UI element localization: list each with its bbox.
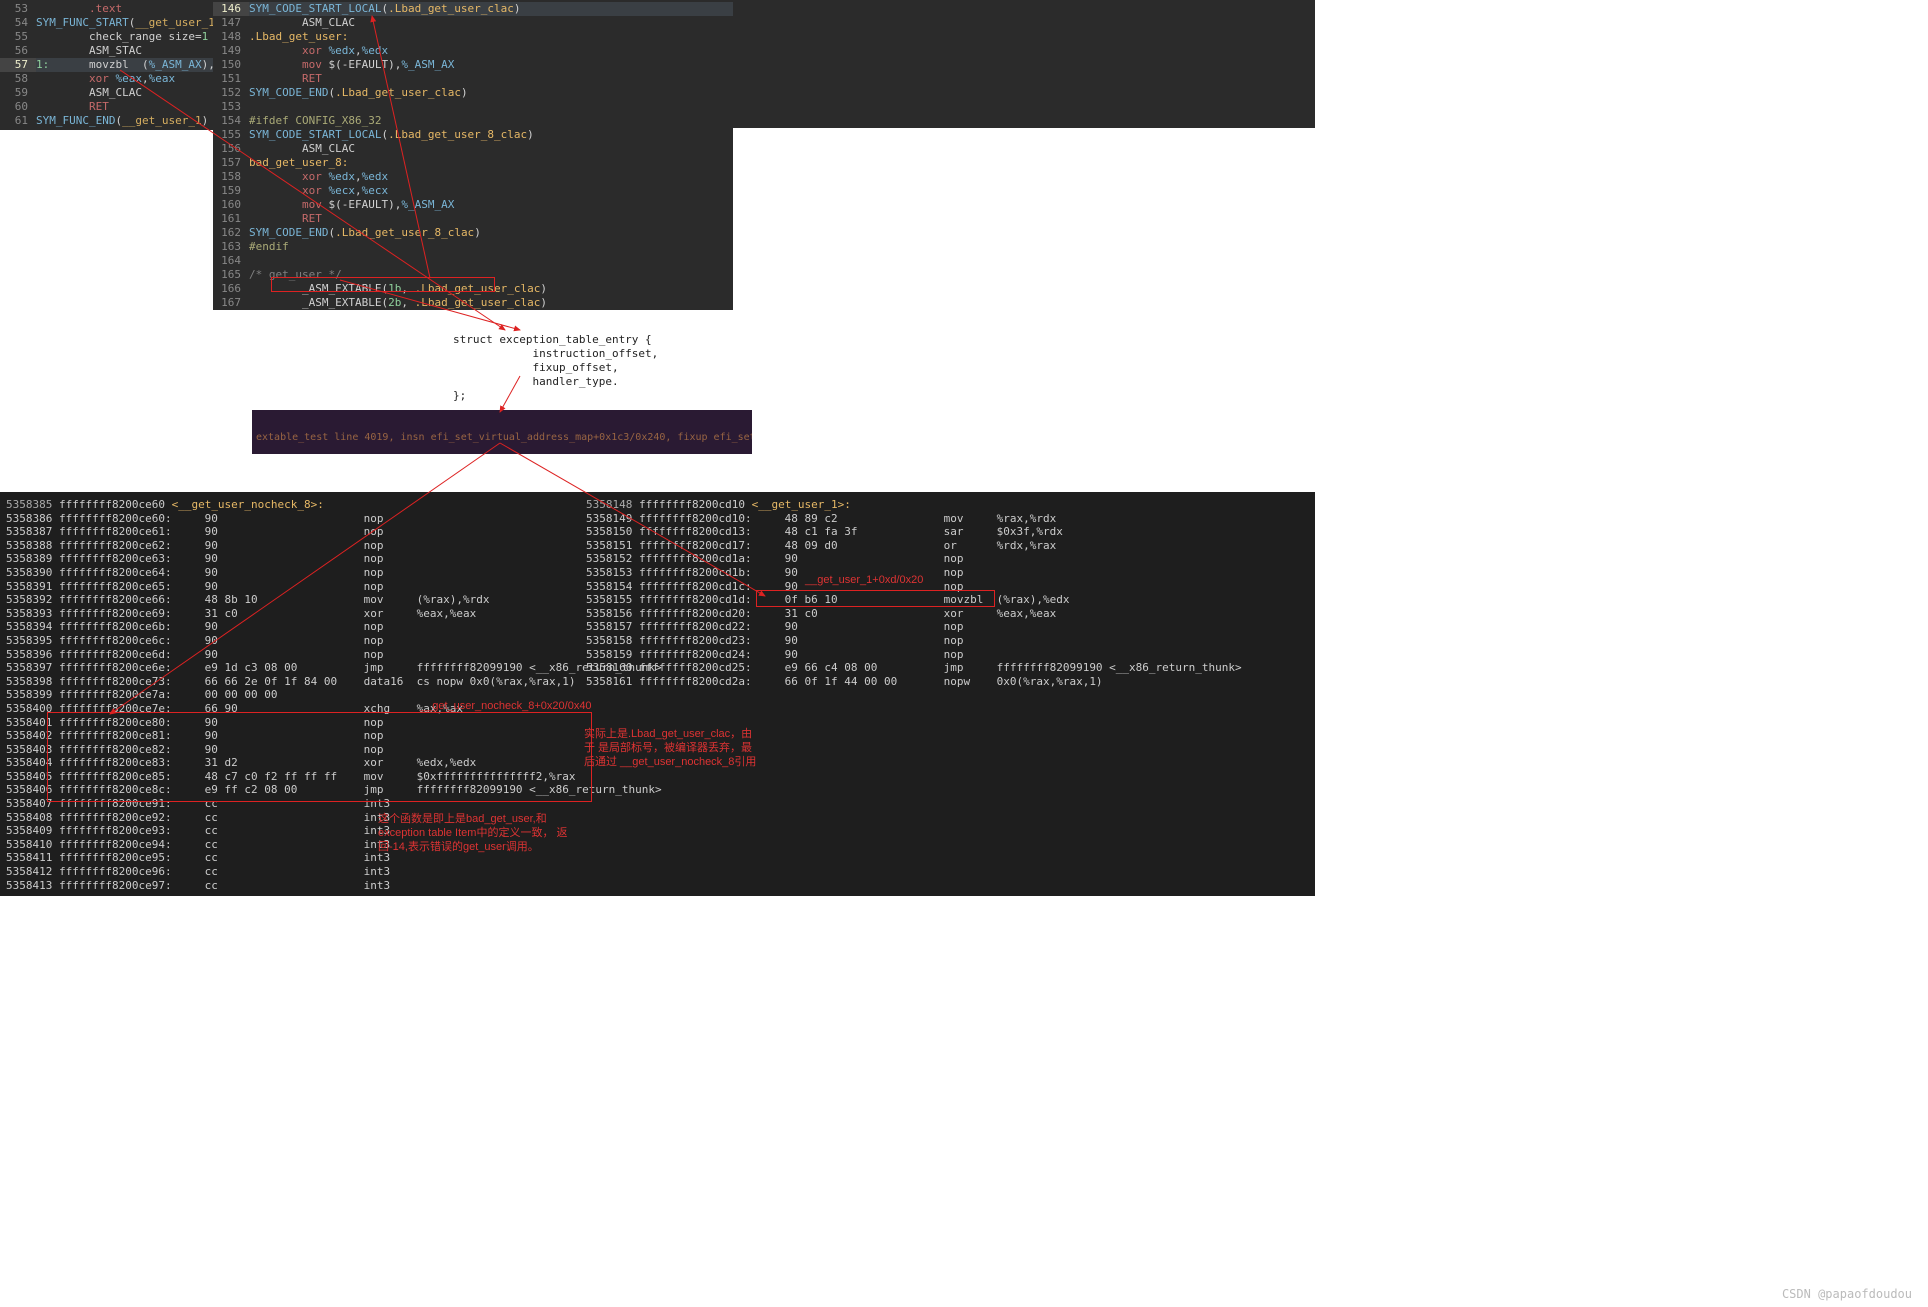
disasm-line: 5358149 ffffffff8200cd10: 48 89 c2 mov %… [586,512,1306,526]
highlight-box-left [47,712,592,802]
code-line: 157bad_get_user_8: [213,156,733,170]
disasm-line: 5358395 ffffffff8200ce6c: 90 nop [6,634,596,648]
disasm-line: 5358153 ffffffff8200cd1b: 90 nop [586,566,1306,580]
disasm-line: 5358396 ffffffff8200ce6d: 90 nop [6,648,596,662]
code-line: 167 _ASM_EXTABLE(2b, .Lbad_get_user_clac… [213,296,733,310]
term-line0: extable_test line 4019, insn efi_set_vir… [252,432,752,443]
code-line: 163#endif [213,240,733,254]
disasm-line: 5358160 ffffffff8200cd25: e9 66 c4 08 00… [586,661,1306,675]
code-line: 155SYM_CODE_START_LOCAL(.Lbad_get_user_8… [213,128,733,142]
disasm-panel: 5358385 ffffffff8200ce60 <__get_user_noc… [0,492,1315,896]
disasm-line: 5358412 ffffffff8200ce96: cc int3 [6,865,596,879]
disasm-line: 5358393 ffffffff8200ce69: 31 c0 xor %eax… [6,607,596,621]
highlight-box-extable [271,277,495,292]
disasm-line: 5358388 ffffffff8200ce62: 90 nop [6,539,596,553]
code-line: 60 RET [0,100,213,114]
disasm-line: 5358161 ffffffff8200cd2a: 66 0f 1f 44 00… [586,675,1306,689]
disasm-line: 5358413 ffffffff8200ce97: cc int3 [6,879,596,893]
code-line: 147 ASM_CLAC [213,16,733,30]
disasm-line: 5358158 ffffffff8200cd23: 90 nop [586,634,1306,648]
disasm-line: 5358391 ffffffff8200ce65: 90 nop [6,580,596,594]
code-line: 164 [213,254,733,268]
watermark: CSDN @papaofdoudou [1782,1287,1912,1301]
code-line: 571: movzbl (%_ASM_AX),%edx [0,58,213,72]
terminal: extable_test line 4019, insn efi_set_vir… [252,410,752,454]
code-line: 154#ifdef CONFIG_X86_32 [213,114,733,128]
disasm-line: 5358150 ffffffff8200cd13: 48 c1 fa 3f sa… [586,525,1306,539]
code-line: 148.Lbad_get_user: [213,30,733,44]
disasm-line: 5358159 ffffffff8200cd24: 90 nop [586,648,1306,662]
highlight-box-right [756,590,995,607]
disasm-line: 5358392 ffffffff8200ce66: 48 8b 10 mov (… [6,593,596,607]
code-line: 53 .text [0,2,213,16]
ann-left-box: 这个函数是即上是bad_get_user,和 exception table I… [378,812,568,854]
code-line: 59 ASM_CLAC [0,86,213,100]
code-line: 152SYM_CODE_END(.Lbad_get_user_clac) [213,86,733,100]
right-editor: 146SYM_CODE_START_LOCAL(.Lbad_get_user_c… [213,0,733,310]
left-editor: 53 .text54SYM_FUNC_START(__get_user_1)55… [0,0,213,130]
code-line: 160 mov $(-EFAULT),%_ASM_AX [213,198,733,212]
code-line: 161 RET [213,212,733,226]
code-line: 61SYM_FUNC_END(__get_user_1) [0,114,213,128]
code-line: 159 xor %ecx,%ecx [213,184,733,198]
ann-insn: __get_user_1+0xd/0x20 [805,573,923,587]
disasm-line: 5358157 ffffffff8200cd22: 90 nop [586,620,1306,634]
code-line: 153 [213,100,733,114]
code-line: 162SYM_CODE_END(.Lbad_get_user_8_clac) [213,226,733,240]
disasm-line: 5358386 ffffffff8200ce60: 90 nop [6,512,596,526]
ann-fixup: __get_user_nocheck_8+0x20/0x40 [420,699,592,713]
disasm-line: 5358389 ffffffff8200ce63: 90 nop [6,552,596,566]
code-line: 146SYM_CODE_START_LOCAL(.Lbad_get_user_c… [213,2,733,16]
disasm-line: 5358394 ffffffff8200ce6b: 90 nop [6,620,596,634]
disasm-line: 5358387 ffffffff8200ce61: 90 nop [6,525,596,539]
code-line: 158 xor %edx,%edx [213,170,733,184]
disasm-header: 5358148 ffffffff8200cd10 <__get_user_1>: [586,498,1306,512]
disasm-line: 5358398 ffffffff8200ce73: 66 66 2e 0f 1f… [6,675,596,689]
code-line: 150 mov $(-EFAULT),%_ASM_AX [213,58,733,72]
viewport: 53 .text54SYM_FUNC_START(__get_user_1)55… [0,0,1928,1307]
code-line: 58 xor %eax,%eax [0,72,213,86]
disasm-line: 5358151 ffffffff8200cd17: 48 09 d0 or %r… [586,539,1306,553]
disasm-header: 5358385 ffffffff8200ce60 <__get_user_noc… [6,498,596,512]
disasm-line: 5358397 ffffffff8200ce6e: e9 1d c3 08 00… [6,661,596,675]
code-line: 156 ASM_CLAC [213,142,733,156]
code-line: 56 ASM_STAC [0,44,213,58]
disasm-line: 5358156 ffffffff8200cd20: 31 c0 xor %eax… [586,607,1306,621]
code-line: 151 RET [213,72,733,86]
disasm-line: 5358390 ffffffff8200ce64: 90 nop [6,566,596,580]
struct-text: struct exception_table_entry { instructi… [453,333,658,403]
code-line: 55 check_range size=1 [0,30,213,44]
ann-right-box: 实际上是.Lbad_get_user_clac，由于 是局部标号，被编译器丢弃，… [584,727,759,769]
disasm-line: 5358152 ffffffff8200cd1a: 90 nop [586,552,1306,566]
code-line: 149 xor %edx,%edx [213,44,733,58]
code-line: 54SYM_FUNC_START(__get_user_1) [0,16,213,30]
